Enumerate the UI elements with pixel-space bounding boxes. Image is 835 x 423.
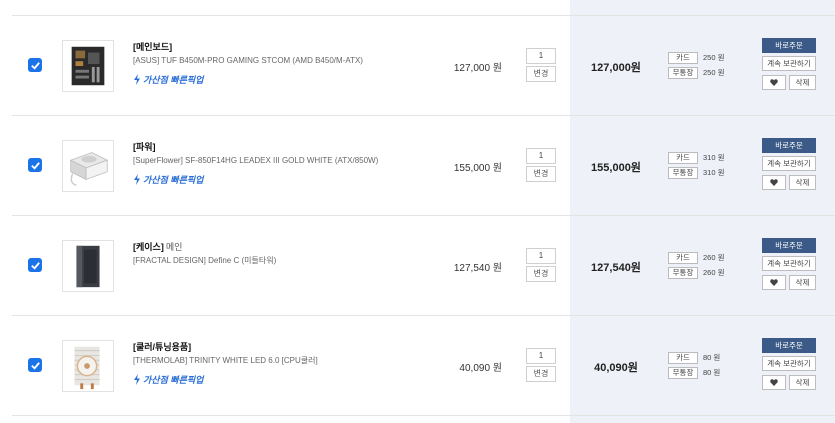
card-points: 250 원: [703, 53, 725, 62]
item-checkbox[interactable]: [28, 58, 42, 72]
unit-price: 40,090 원: [459, 363, 502, 374]
card-points: 310 원: [703, 153, 725, 162]
points-info: 카드 250 원 무통장 250 원: [668, 50, 725, 80]
product-thumbnail[interactable]: [62, 40, 114, 92]
motherboard-image: [63, 41, 113, 91]
buy-now-button[interactable]: 바로주문: [762, 38, 816, 53]
card-label: 카드: [668, 251, 698, 264]
unit-price: 155,000 원: [453, 163, 502, 174]
item-checkbox[interactable]: [28, 158, 42, 172]
cart-row: [케이스] 메인 [FRACTAL DESIGN] Define C (미들타워)…: [12, 216, 835, 316]
quantity-input[interactable]: 1: [526, 348, 556, 364]
buy-now-button[interactable]: 바로주문: [762, 138, 816, 153]
heart-icon: [770, 79, 778, 86]
item-checkbox[interactable]: [28, 358, 42, 372]
points-info: 카드 260 원 무통장 260 원: [668, 250, 725, 280]
quantity-input[interactable]: 1: [526, 248, 556, 264]
delete-button[interactable]: 삭제: [789, 375, 816, 390]
keep-button[interactable]: 계속 보관하기: [762, 56, 816, 71]
quantity-input[interactable]: 1: [526, 48, 556, 64]
change-quantity-button[interactable]: 변경: [526, 66, 556, 82]
keep-button[interactable]: 계속 보관하기: [762, 156, 816, 171]
cash-points: 250 원: [703, 68, 725, 77]
points-info: 카드 80 원 무통장 80 원: [668, 350, 720, 380]
check-icon: [30, 161, 40, 170]
cash-points: 310 원: [703, 168, 725, 177]
item-total: 127,000원: [591, 62, 641, 74]
wishlist-button[interactable]: [762, 175, 786, 190]
product-category: [케이스] 메인: [133, 242, 183, 252]
buy-now-button[interactable]: 바로주문: [762, 338, 816, 353]
cash-points: 260 원: [703, 268, 725, 277]
fast-pickup-badge: 가산점 빠른픽업: [133, 73, 433, 86]
heart-icon: [770, 179, 778, 186]
product-name[interactable]: [ASUS] TUF B450M-PRO GAMING STCOM (AMD B…: [133, 55, 433, 67]
cart-row: [메인보드] [ASUS] TUF B450M-PRO GAMING STCOM…: [12, 16, 835, 116]
card-points: 260 원: [703, 253, 725, 262]
lightning-icon: [134, 174, 140, 185]
item-total: 127,540원: [591, 262, 641, 274]
cart-row: [파워] [SuperFlower] SF-850F14HG LEADEX II…: [12, 116, 835, 216]
product-thumbnail[interactable]: [62, 240, 114, 292]
product-category: [메인보드]: [133, 42, 173, 52]
fast-pickup-badge: 가산점 빠른픽업: [133, 173, 433, 186]
product-name[interactable]: [SuperFlower] SF-850F14HG LEADEX III GOL…: [133, 155, 433, 167]
check-icon: [30, 361, 40, 370]
lightning-icon: [134, 74, 140, 85]
product-thumbnail[interactable]: [62, 140, 114, 192]
delete-button[interactable]: 삭제: [789, 275, 816, 290]
delete-button[interactable]: 삭제: [789, 175, 816, 190]
heart-icon: [770, 279, 778, 286]
delete-button[interactable]: 삭제: [789, 75, 816, 90]
check-icon: [30, 261, 40, 270]
cash-label: 무통장: [668, 66, 698, 79]
cash-label: 무통장: [668, 366, 698, 379]
keep-button[interactable]: 계속 보관하기: [762, 256, 816, 271]
keep-button[interactable]: 계속 보관하기: [762, 356, 816, 371]
cash-points: 80 원: [703, 368, 721, 377]
card-label: 카드: [668, 51, 698, 64]
product-name[interactable]: [THERMOLAB] TRINITY WHITE LED 6.0 [CPU쿨러…: [133, 355, 433, 367]
change-quantity-button[interactable]: 변경: [526, 166, 556, 182]
lightning-icon: [134, 374, 140, 385]
power-supply-image: [63, 141, 113, 191]
product-thumbnail[interactable]: [62, 340, 114, 392]
unit-price: 127,540 원: [453, 263, 502, 274]
heart-icon: [770, 379, 778, 386]
fast-pickup-badge: 가산점 빠른픽업: [133, 373, 433, 386]
quantity-input[interactable]: 1: [526, 148, 556, 164]
unit-price: 127,000 원: [453, 63, 502, 74]
cpu-cooler-image: [63, 341, 113, 391]
item-checkbox[interactable]: [28, 258, 42, 272]
buy-now-button[interactable]: 바로주문: [762, 238, 816, 253]
pc-case-image: [63, 241, 113, 291]
cash-label: 무통장: [668, 166, 698, 179]
card-label: 카드: [668, 351, 698, 364]
change-quantity-button[interactable]: 변경: [526, 366, 556, 382]
wishlist-button[interactable]: [762, 75, 786, 90]
card-points: 80 원: [703, 353, 721, 362]
change-quantity-button[interactable]: 변경: [526, 266, 556, 282]
product-category: [파워]: [133, 142, 156, 152]
card-label: 카드: [668, 151, 698, 164]
wishlist-button[interactable]: [762, 375, 786, 390]
wishlist-button[interactable]: [762, 275, 786, 290]
cart-row: [쿨러/튜닝용품] [THERMOLAB] TRINITY WHITE LED …: [12, 316, 835, 416]
points-info: 카드 310 원 무통장 310 원: [668, 150, 725, 180]
cash-label: 무통장: [668, 266, 698, 279]
check-icon: [30, 61, 40, 70]
item-total: 40,090원: [594, 362, 638, 374]
product-name[interactable]: [FRACTAL DESIGN] Define C (미들타워): [133, 255, 433, 267]
product-category: [쿨러/튜닝용품]: [133, 342, 192, 352]
item-total: 155,000원: [591, 162, 641, 174]
